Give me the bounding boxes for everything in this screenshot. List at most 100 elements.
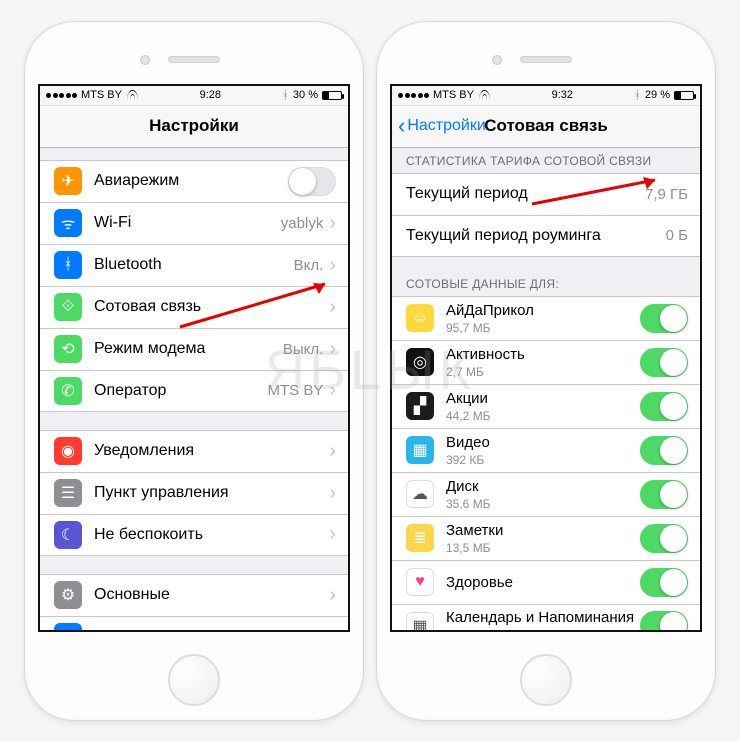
wifi-icon bbox=[126, 90, 139, 100]
app-row[interactable]: ▞Акции44,2 МБ bbox=[392, 384, 700, 428]
app-icon: ▞ bbox=[406, 392, 434, 420]
nav-header: ‹ Настройки Сотовая связь bbox=[392, 106, 700, 148]
app-row[interactable]: ▦Видео392 КБ bbox=[392, 428, 700, 472]
app-switch[interactable] bbox=[640, 568, 688, 597]
app-name: Календарь и Напоминания bbox=[446, 609, 640, 626]
app-switch[interactable] bbox=[640, 436, 688, 465]
chevron-right-icon: › bbox=[329, 440, 336, 463]
gear-icon: ⚙ bbox=[54, 581, 82, 609]
row-display[interactable]: AA Экран и яркость › bbox=[40, 616, 348, 630]
chevron-right-icon: › bbox=[329, 379, 336, 402]
app-row[interactable]: ▦ Календарь и Напоминания 7,0 МБ bbox=[392, 604, 700, 630]
chevron-right-icon: › bbox=[329, 625, 336, 630]
settings-list[interactable]: ✈ Авиарежим ᯤ Wi-Fi yablyk › ᚼ Bluetooth… bbox=[40, 148, 348, 630]
row-value: yablyk bbox=[281, 215, 324, 232]
row-roaming-period[interactable]: Текущий период роуминга 0 Б bbox=[392, 215, 700, 257]
airplane-switch[interactable] bbox=[288, 167, 336, 196]
row-cellular[interactable]: ⟐ Сотовая связь › bbox=[40, 286, 348, 328]
hotspot-icon: ⟲ bbox=[54, 335, 82, 363]
bluetooth-icon: ᚼ bbox=[282, 88, 289, 102]
wifi-settings-icon: ᯤ bbox=[54, 209, 82, 237]
chevron-right-icon: › bbox=[329, 584, 336, 607]
chevron-right-icon: › bbox=[329, 212, 336, 235]
app-icon: ☺ bbox=[406, 304, 434, 332]
app-switch[interactable] bbox=[640, 480, 688, 509]
row-notifications[interactable]: ◉ Уведомления › bbox=[40, 430, 348, 472]
row-label: Оператор bbox=[94, 382, 267, 400]
app-size: 7,0 МБ bbox=[446, 628, 640, 630]
app-switch[interactable] bbox=[640, 611, 688, 630]
home-button[interactable] bbox=[168, 654, 220, 706]
row-label: Уведомления bbox=[94, 442, 329, 460]
row-control-center[interactable]: ☰ Пункт управления › bbox=[40, 472, 348, 514]
row-dnd[interactable]: ☾ Не беспокоить › bbox=[40, 514, 348, 556]
app-name: Диск bbox=[446, 478, 640, 495]
row-bluetooth[interactable]: ᚼ Bluetooth Вкл. › bbox=[40, 244, 348, 286]
row-hotspot[interactable]: ⟲ Режим модема Выкл. › bbox=[40, 328, 348, 370]
section-header-stats: СТАТИСТИКА ТАРИФА СОТОВОЙ СВЯЗИ bbox=[392, 148, 700, 173]
row-general[interactable]: ⚙ Основные › bbox=[40, 574, 348, 616]
control-center-icon: ☰ bbox=[54, 479, 82, 507]
phone-right: MTS BY 9:32 ᚼ 29 % ‹ Настройки Сотовая с… bbox=[376, 21, 716, 721]
row-carrier[interactable]: ✆ Оператор MTS BY › bbox=[40, 370, 348, 412]
status-bar: MTS BY 9:32 ᚼ 29 % bbox=[392, 86, 700, 106]
app-icon: ▦ bbox=[406, 436, 434, 464]
signal-dots-icon bbox=[46, 93, 77, 98]
app-name: Видео bbox=[446, 434, 640, 451]
bluetooth-icon: ᚼ bbox=[634, 88, 641, 102]
row-airplane[interactable]: ✈ Авиарежим bbox=[40, 160, 348, 202]
row-label: Экран и яркость bbox=[94, 628, 329, 630]
screen-left: MTS BY 9:28 ᚼ 30 % Настройки ✈ Авиарежим bbox=[38, 84, 350, 632]
phone-speaker bbox=[520, 56, 572, 63]
app-switch[interactable] bbox=[640, 304, 688, 333]
app-row[interactable]: ☁Диск35,6 МБ bbox=[392, 472, 700, 516]
battery-icon bbox=[674, 91, 694, 100]
app-row[interactable]: ◎Активность2,7 МБ bbox=[392, 340, 700, 384]
chevron-right-icon: › bbox=[329, 338, 336, 361]
app-icon: ◎ bbox=[406, 348, 434, 376]
row-label: Bluetooth bbox=[94, 256, 294, 274]
notifications-icon: ◉ bbox=[54, 437, 82, 465]
clock: 9:28 bbox=[200, 89, 221, 101]
row-label: Не беспокоить bbox=[94, 526, 329, 544]
page-title: Настройки bbox=[149, 116, 239, 136]
row-value: Вкл. bbox=[294, 257, 324, 274]
chevron-right-icon: › bbox=[329, 523, 336, 546]
row-wifi[interactable]: ᯤ Wi-Fi yablyk › bbox=[40, 202, 348, 244]
back-button[interactable]: ‹ Настройки bbox=[398, 115, 486, 137]
app-size: 95,7 МБ bbox=[446, 321, 640, 335]
app-name: АйДаПрикол bbox=[446, 302, 640, 319]
app-icon: ▦ bbox=[406, 612, 434, 630]
app-size: 13,5 МБ bbox=[446, 541, 640, 555]
chevron-right-icon: › bbox=[329, 254, 336, 277]
wifi-icon bbox=[478, 90, 491, 100]
row-current-period[interactable]: Текущий период 7,9 ГБ bbox=[392, 173, 700, 215]
back-label: Настройки bbox=[407, 117, 485, 135]
app-row[interactable]: ≣Заметки13,5 МБ bbox=[392, 516, 700, 560]
battery-pct: 29 % bbox=[645, 89, 670, 101]
phone-speaker bbox=[168, 56, 220, 63]
app-switch[interactable] bbox=[640, 348, 688, 377]
bluetooth-settings-icon: ᚼ bbox=[54, 251, 82, 279]
apps-list: ☺ АйДаПрикол 95,7 МБ ◎Активность2,7 МБ▞Акци… bbox=[392, 296, 700, 630]
app-switch[interactable] bbox=[640, 392, 688, 421]
carrier-label: MTS BY bbox=[81, 89, 122, 101]
row-value: MTS BY bbox=[267, 382, 323, 399]
app-icon: ♥ bbox=[406, 568, 434, 596]
clock: 9:32 bbox=[552, 89, 573, 101]
app-row[interactable]: ☺ АйДаПрикол 95,7 МБ bbox=[392, 296, 700, 340]
battery-icon bbox=[322, 91, 342, 100]
chevron-right-icon: › bbox=[329, 296, 336, 319]
cellular-icon: ⟐ bbox=[54, 293, 82, 321]
app-switch[interactable] bbox=[640, 524, 688, 553]
app-name: Здоровье bbox=[446, 574, 640, 591]
app-row[interactable]: ♥ Здоровье bbox=[392, 560, 700, 604]
app-name: Заметки bbox=[446, 522, 640, 539]
dnd-icon: ☾ bbox=[54, 521, 82, 549]
chevron-left-icon: ‹ bbox=[398, 115, 405, 137]
cellular-content[interactable]: СТАТИСТИКА ТАРИФА СОТОВОЙ СВЯЗИ Текущий … bbox=[392, 148, 700, 630]
home-button[interactable] bbox=[520, 654, 572, 706]
row-value: Выкл. bbox=[283, 341, 323, 358]
phone-camera bbox=[140, 55, 150, 65]
app-size: 35,6 МБ bbox=[446, 497, 640, 511]
